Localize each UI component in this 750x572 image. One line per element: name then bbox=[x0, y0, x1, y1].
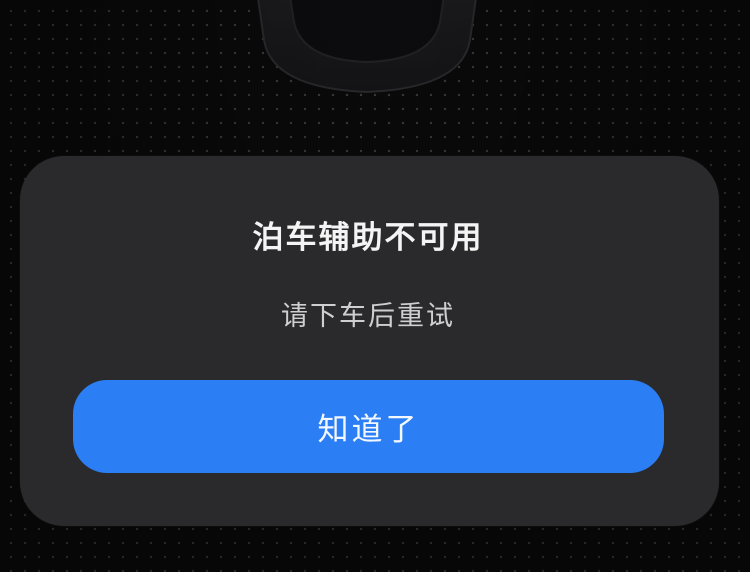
parking-assist-screen: 泊车辅助不可用 请下车后重试 知道了 bbox=[0, 0, 750, 572]
got-it-button[interactable]: 知道了 bbox=[73, 380, 664, 473]
dialog-message: 请下车后重试 bbox=[281, 301, 455, 332]
car-silhouette-icon bbox=[257, 0, 477, 94]
dialog-title: 泊车辅助不可用 bbox=[252, 220, 484, 256]
